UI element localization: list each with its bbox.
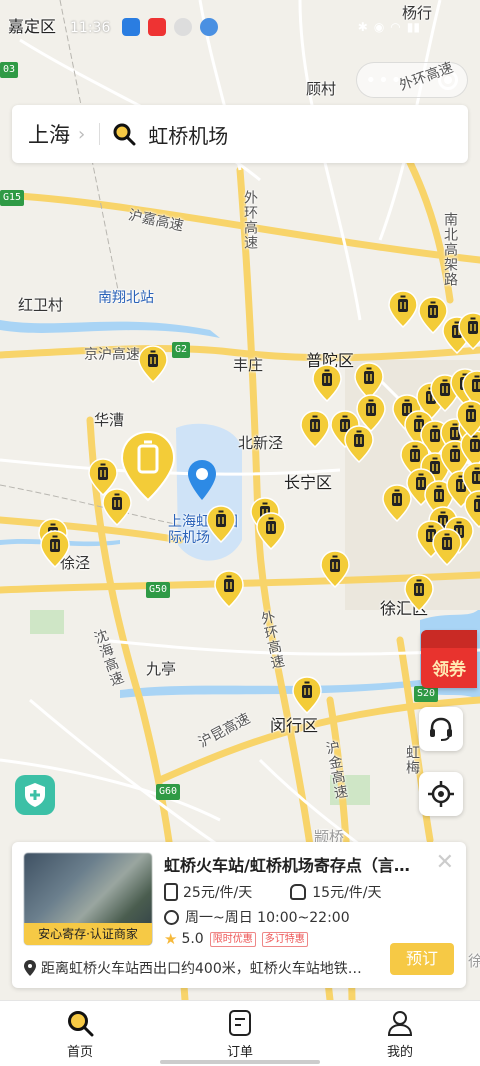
hours-row: 周一~周日 10:00~22:00 xyxy=(164,907,350,927)
coupon-button[interactable]: 领券 xyxy=(421,630,477,688)
search-divider xyxy=(99,123,101,145)
app-notification-icon xyxy=(200,18,218,36)
storage-marker-icon[interactable] xyxy=(388,290,418,328)
search-input[interactable]: 虹桥机场 xyxy=(148,120,228,149)
storage-marker-icon[interactable] xyxy=(464,490,480,528)
tab-home[interactable]: 首页 xyxy=(0,1001,160,1066)
storage-marker-icon[interactable] xyxy=(40,530,70,568)
map-label: 京沪高速 xyxy=(84,347,140,363)
map-label: 长宁区 xyxy=(284,473,333,492)
map-label: 九亭 xyxy=(146,660,177,678)
storage-marker-icon[interactable] xyxy=(292,676,322,714)
map-label: 顾村 xyxy=(306,80,337,98)
opening-hours: 周一~周日 10:00~22:00 xyxy=(185,910,350,926)
map-label: 华漕 xyxy=(94,411,125,429)
address-text: 距离虹桥火车站西出口约400米，虹桥火车站地铁… xyxy=(41,961,362,977)
promo-tag: 限时优惠 xyxy=(209,931,256,947)
locate-me-button[interactable] xyxy=(419,772,463,816)
map-label: 虹梅 xyxy=(404,745,420,775)
storage-marker-icon[interactable] xyxy=(382,484,412,522)
wifi-icon: ◠ xyxy=(390,20,401,34)
highway-shield: 03 xyxy=(0,62,19,78)
highway-shield: S20 xyxy=(414,686,439,702)
bottom-tab-bar: 首页 订单 我的 xyxy=(0,1000,480,1066)
storage-marker-icon[interactable] xyxy=(312,364,342,402)
tab-label: 首页 xyxy=(66,1045,93,1060)
highway-shield: G15 xyxy=(0,190,25,206)
status-time: 11:36 xyxy=(70,20,111,36)
storage-marker-icon[interactable] xyxy=(102,488,132,526)
rating-value: 5.0 xyxy=(181,931,204,947)
star-icon: ★ xyxy=(164,930,178,948)
tab-label: 我的 xyxy=(386,1045,413,1060)
search-icon xyxy=(68,1011,94,1037)
highway-shield: G50 xyxy=(146,582,171,598)
app-notification-icon xyxy=(122,18,140,36)
map-label: 北新泾 xyxy=(238,434,284,452)
map-label: 杨行 xyxy=(402,4,433,22)
storage-point-title: 虹桥火车站/虹桥机场寄存点（言… xyxy=(164,856,410,875)
app-notification-icon xyxy=(148,18,166,36)
address-row: 距离虹桥火车站西出口约400米，虹桥火车站地铁… xyxy=(24,958,374,978)
insurance-shield-button[interactable] xyxy=(15,775,55,815)
map-label: 丰庄 xyxy=(233,356,264,374)
storage-marker-icon[interactable] xyxy=(138,345,168,383)
search-bar[interactable]: 上海 › 虹桥机场 xyxy=(12,105,468,163)
profile-icon xyxy=(387,1011,413,1036)
tab-label: 订单 xyxy=(226,1045,253,1060)
storage-marker-icon[interactable] xyxy=(432,528,462,566)
large-luggage-icon xyxy=(290,884,307,900)
location-icon: ◉ xyxy=(373,20,385,34)
order-icon xyxy=(229,1010,251,1036)
rating-row: ★ 5.0 限时优惠 多订特惠 xyxy=(164,930,308,948)
storage-marker-icon[interactable] xyxy=(344,425,374,463)
price-row: 25元/件/天 15元/件/天 xyxy=(164,882,382,902)
home-indicator xyxy=(160,1060,320,1064)
close-icon[interactable]: ✕ xyxy=(436,850,454,875)
app-notification-icon xyxy=(174,18,192,36)
promo-tag: 多订特惠 xyxy=(261,931,308,947)
map-label: 徐 xyxy=(468,952,480,970)
coupon-label: 领券 xyxy=(432,660,466,680)
storage-marker-icon[interactable] xyxy=(458,312,480,350)
book-button[interactable]: 预订 xyxy=(390,943,454,975)
map-label: 红卫村 xyxy=(18,296,64,314)
customer-service-button[interactable] xyxy=(419,707,463,751)
city-selector[interactable]: 上海 xyxy=(28,119,70,149)
chevron-right-icon: › xyxy=(78,123,86,145)
storage-marker-icon[interactable] xyxy=(206,505,236,543)
small-luggage-icon xyxy=(164,883,178,901)
location-pin-icon xyxy=(24,960,36,976)
storage-marker-icon[interactable] xyxy=(300,410,330,448)
crosshair-icon xyxy=(428,781,454,807)
highway-shield: G60 xyxy=(156,784,181,800)
storage-marker-icon[interactable] xyxy=(404,574,434,612)
storage-marker-icon[interactable] xyxy=(256,512,286,550)
map-label: 南北高架路 xyxy=(442,212,458,287)
bluetooth-icon: ✱ xyxy=(357,20,368,34)
map-label: 闵行区 xyxy=(270,716,319,735)
storage-marker-icon[interactable] xyxy=(456,400,480,438)
highway-shield: G2 xyxy=(172,342,191,358)
shield-plus-icon xyxy=(25,783,45,807)
storage-marker-icon[interactable] xyxy=(320,550,350,588)
price-large: 15元/件/天 xyxy=(312,885,382,901)
tab-orders[interactable]: 订单 xyxy=(160,1001,320,1066)
price-small: 25元/件/天 xyxy=(183,885,253,901)
certified-merchant-badge: 安心寄存·认证商家 xyxy=(24,923,152,945)
storage-marker-icon[interactable] xyxy=(214,570,244,608)
tab-profile[interactable]: 我的 xyxy=(320,1001,480,1066)
map-label: 南翔北站 xyxy=(98,290,154,306)
map-label: 嘉定区 xyxy=(8,17,57,36)
headset-icon xyxy=(430,717,452,741)
airport-location-icon xyxy=(188,460,216,500)
map-label: 外环高速 xyxy=(242,190,258,250)
storage-point-card[interactable]: 安心寄存·认证商家 虹桥火车站/虹桥机场寄存点（言… ✕ 25元/件/天 15元… xyxy=(12,842,466,988)
search-icon xyxy=(112,122,136,146)
status-notification-icons xyxy=(122,18,218,36)
clock-icon xyxy=(164,909,179,925)
